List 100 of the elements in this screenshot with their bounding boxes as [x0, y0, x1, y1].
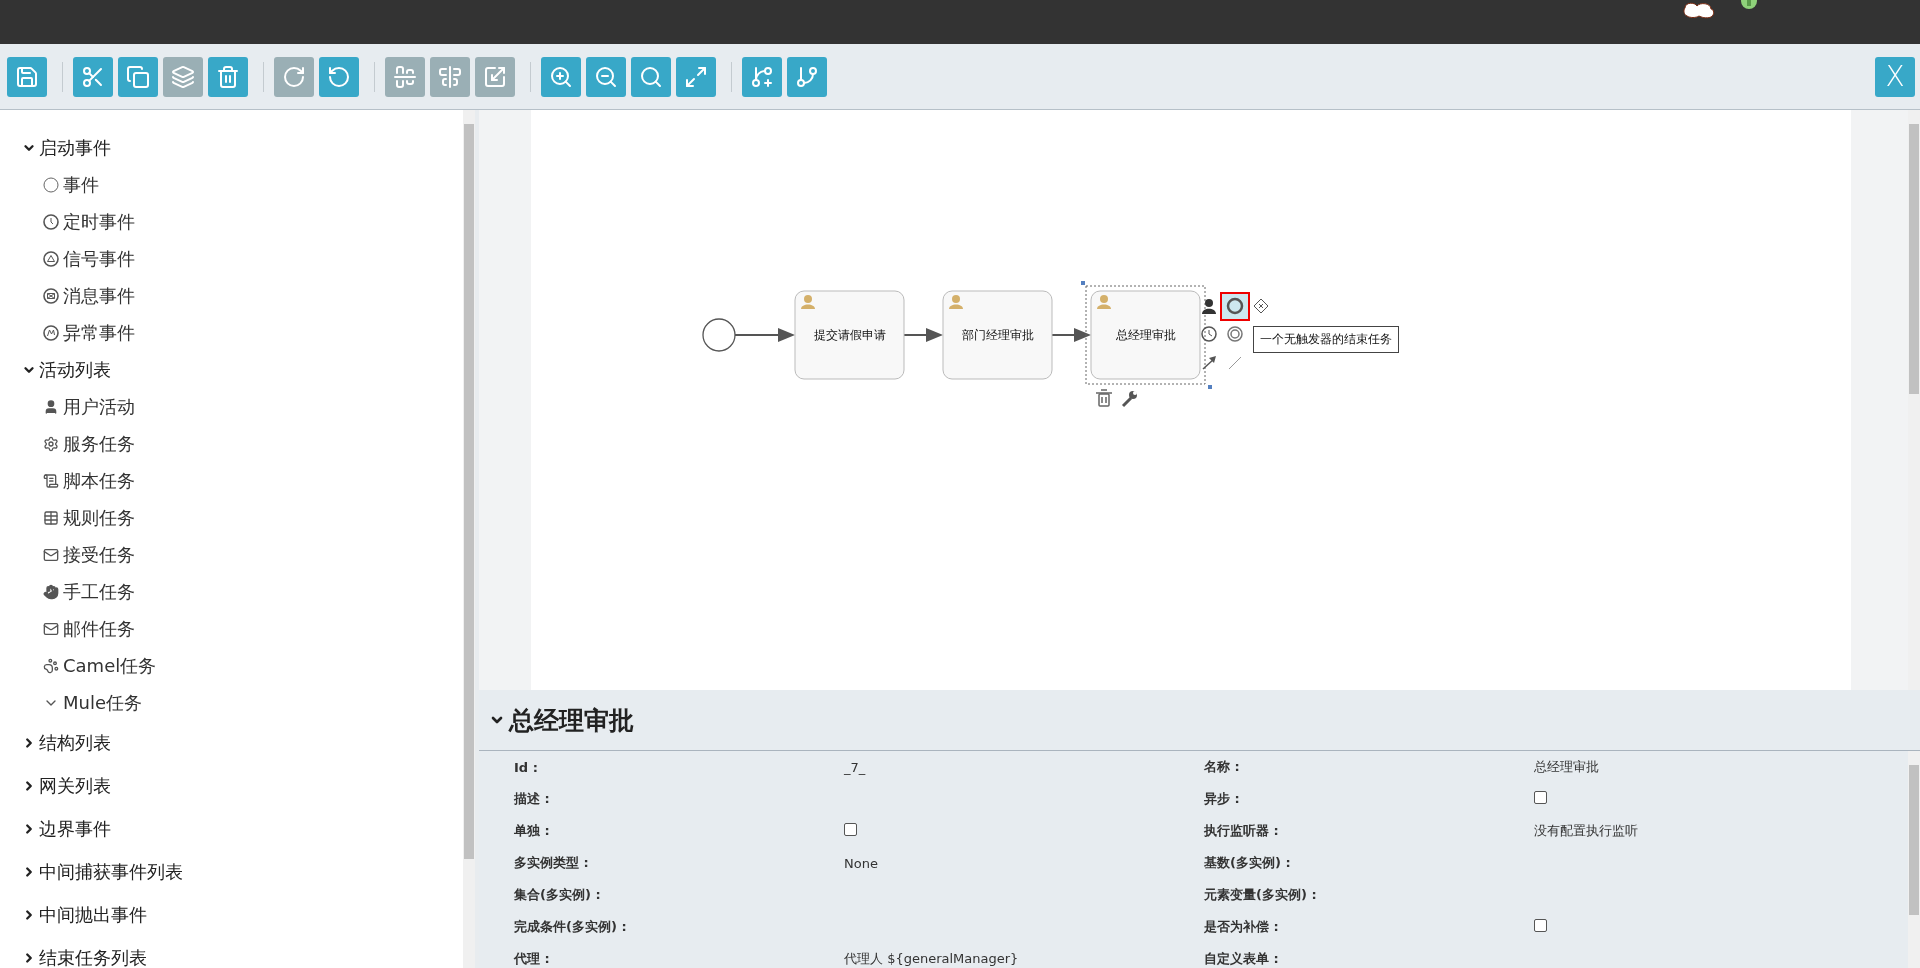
- double-circle-icon[interactable]: [1227, 326, 1243, 342]
- checkbox[interactable]: [844, 823, 857, 836]
- cut-button[interactable]: [73, 56, 113, 97]
- user-task: 总经理审批: [1085, 285, 1206, 385]
- palette-item[interactable]: 用户活动: [22, 388, 463, 425]
- property-value[interactable]: None: [844, 855, 878, 871]
- panel-title: 总经理审批: [509, 704, 634, 737]
- palette-item[interactable]: 邮件任务: [22, 610, 463, 647]
- property-label: 完成条件(多实例) :: [514, 918, 628, 936]
- scrollbar[interactable]: [1908, 751, 1920, 968]
- zoom-reset-button[interactable]: [631, 56, 671, 97]
- user-task: 部门经理审批: [942, 290, 1053, 380]
- property-label: 元素变量(多实例) :: [1204, 886, 1318, 904]
- palette-group[interactable]: 活动列表: [22, 351, 463, 388]
- palette-item[interactable]: 信号事件: [22, 240, 463, 277]
- scrollbar[interactable]: [463, 110, 475, 968]
- zoom-out-button[interactable]: [586, 56, 626, 97]
- circle-icon: [43, 176, 59, 193]
- undo-button[interactable]: [319, 56, 359, 97]
- line-icon[interactable]: [1228, 356, 1242, 370]
- property-label: 是否为补偿 :: [1204, 918, 1280, 936]
- palette-group[interactable]: 启动事件: [22, 129, 463, 166]
- trash-icon[interactable]: [1095, 389, 1113, 407]
- flow-arrow: [1051, 328, 1091, 342]
- arrow-icon[interactable]: [1202, 356, 1216, 370]
- zoom-in-button[interactable]: [541, 56, 581, 97]
- gateway-icon[interactable]: [1253, 298, 1269, 314]
- property-label: 基数(多实例) :: [1204, 854, 1292, 872]
- delete-button[interactable]: [208, 56, 248, 97]
- start-event: [702, 318, 736, 352]
- property-label: 描述 :: [514, 790, 551, 808]
- property-label: 自定义表单 :: [1204, 950, 1280, 968]
- property-label: 异步 :: [1204, 790, 1241, 808]
- tooltip: 一个无触发器的结束任务: [1253, 326, 1399, 353]
- flow-arrow: [734, 328, 795, 342]
- copy-button[interactable]: [118, 56, 158, 97]
- property-value[interactable]: _7_: [844, 759, 866, 775]
- palette-item[interactable]: 定时事件: [22, 203, 463, 240]
- user-task: 提交请假申请: [794, 290, 905, 380]
- property-label: 集合(多实例) :: [514, 886, 602, 904]
- animal-icon: [43, 657, 59, 674]
- zoom-fit-button[interactable]: [676, 56, 716, 97]
- end-event-icon: [1226, 297, 1244, 315]
- signal-circle-icon: [43, 250, 59, 267]
- timer-circle-icon: [43, 213, 59, 230]
- property-value[interactable]: 代理人 ${generalManager}: [844, 951, 1019, 966]
- envelope-icon: [43, 620, 59, 637]
- palette-group[interactable]: 网关列表: [22, 764, 463, 807]
- checkbox[interactable]: [1534, 791, 1547, 804]
- palette-item[interactable]: 异常事件: [22, 314, 463, 351]
- branch-plus-icon: [750, 64, 774, 89]
- scissors-icon: [81, 64, 105, 89]
- trash-icon: [216, 64, 240, 89]
- palette-item[interactable]: Mule任务: [22, 684, 463, 721]
- palette-item[interactable]: 手工任务: [22, 573, 463, 610]
- palette-item[interactable]: 消息事件: [22, 277, 463, 314]
- redo-icon: [282, 64, 306, 89]
- error-circle-icon: [43, 324, 59, 341]
- property-label: 代理 :: [514, 950, 551, 968]
- palette-group[interactable]: 中间捕获事件列表: [22, 850, 463, 893]
- property-value[interactable]: 总经理审批: [1534, 759, 1599, 774]
- hand-icon: [43, 583, 59, 600]
- resize-icon: [483, 64, 507, 89]
- palette-group[interactable]: 结构列表: [22, 721, 463, 764]
- palette-group[interactable]: 中间抛出事件: [22, 893, 463, 936]
- add-docker-button[interactable]: [742, 56, 782, 97]
- scroll-icon: [43, 472, 59, 489]
- gear-icon: [43, 435, 59, 452]
- checkbox[interactable]: [1534, 919, 1547, 932]
- property-value[interactable]: 没有配置执行监听: [1534, 823, 1638, 838]
- table-icon: [43, 509, 59, 526]
- scrollbar[interactable]: [1908, 110, 1920, 690]
- property-label: 名称 :: [1204, 758, 1241, 776]
- save-icon: [15, 64, 39, 89]
- palette-item[interactable]: 接受任务: [22, 536, 463, 573]
- palette-item[interactable]: 规则任务: [22, 499, 463, 536]
- property-label: 多实例类型 :: [514, 854, 590, 872]
- envelope-icon: [43, 546, 59, 563]
- remove-docker-button[interactable]: [787, 56, 827, 97]
- palette-item[interactable]: Camel任务: [22, 647, 463, 684]
- palette-group[interactable]: 结束任务列表: [22, 936, 463, 968]
- wrench-icon[interactable]: [1121, 391, 1137, 408]
- property-label: 执行监听器 :: [1204, 822, 1280, 840]
- message-circle-icon: [43, 287, 59, 304]
- branch-icon: [795, 64, 819, 89]
- corner-handle[interactable]: [1208, 385, 1212, 389]
- user-icon[interactable]: [1202, 299, 1216, 314]
- layers-icon: [171, 64, 195, 89]
- property-label: Id :: [514, 759, 539, 775]
- zoom-reset-icon: [639, 64, 663, 89]
- palette-item[interactable]: 服务任务: [22, 425, 463, 462]
- zoom-in-icon: [549, 64, 573, 89]
- palette-group[interactable]: 边界事件: [22, 807, 463, 850]
- save-button[interactable]: [7, 56, 47, 97]
- property-label: 单独 :: [514, 822, 551, 840]
- zoom-out-icon: [594, 64, 618, 89]
- corner-handle[interactable]: [1081, 281, 1085, 285]
- timer-icon[interactable]: [1201, 326, 1217, 342]
- palette-item[interactable]: 事件: [22, 166, 463, 203]
- palette-item[interactable]: 脚本任务: [22, 462, 463, 499]
